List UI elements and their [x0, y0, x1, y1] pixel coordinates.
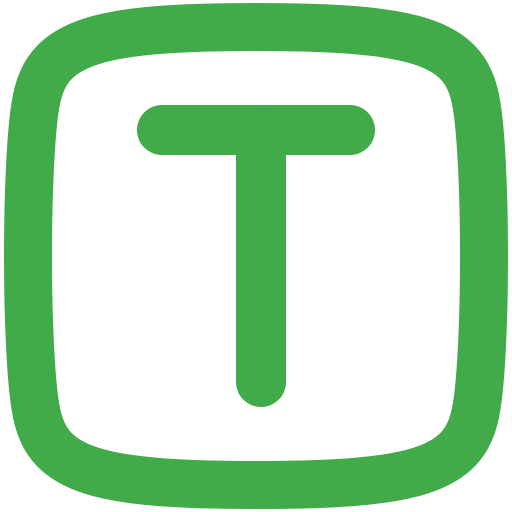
app-icon: [0, 0, 512, 512]
letter-t-square-icon: [4, 3, 508, 509]
